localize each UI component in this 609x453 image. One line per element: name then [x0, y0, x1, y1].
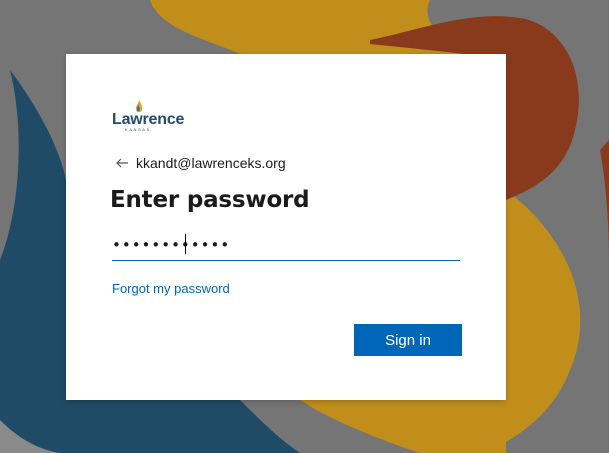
sign-in-button[interactable]: Sign in: [354, 324, 462, 356]
lawrence-logo: Lawrence KANSAS: [112, 100, 186, 132]
page-title: Enter password: [110, 187, 310, 213]
password-field[interactable]: [112, 230, 460, 261]
text-cursor: [185, 234, 186, 254]
forgot-password-link[interactable]: Forgot my password: [112, 281, 230, 296]
logo-tagline: KANSAS: [125, 127, 151, 132]
identity-email: kkandt@lawrenceks.org: [136, 155, 286, 171]
identity-banner[interactable]: kkandt@lawrenceks.org: [114, 153, 286, 173]
arrow-left-icon[interactable]: [114, 155, 130, 171]
sign-in-card: Lawrence KANSAS kkandt@lawrenceks.org En…: [66, 54, 506, 400]
